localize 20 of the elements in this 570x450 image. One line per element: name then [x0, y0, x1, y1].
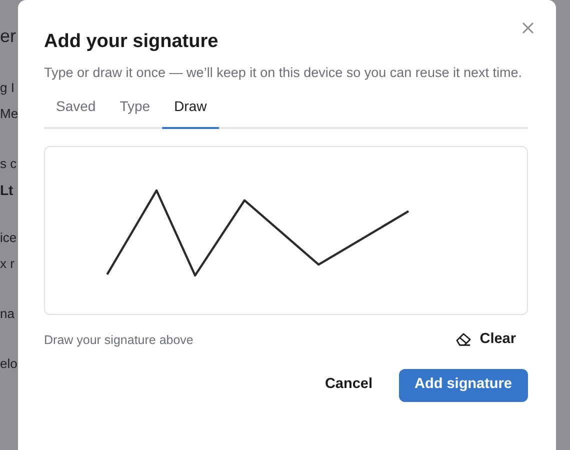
background-text: er [0, 25, 18, 48]
eraser-icon [454, 332, 472, 348]
background-text: na [0, 305, 16, 323]
hint-text: Draw your signature above [44, 332, 194, 349]
tab[interactable]: Type [108, 96, 162, 129]
background-text: g I [0, 79, 16, 97]
background-text: Me [0, 105, 18, 123]
close-icon[interactable] [520, 20, 536, 36]
add-signature-button[interactable]: Add signature [398, 368, 528, 402]
background-text: s c [0, 155, 18, 173]
tab[interactable]: Draw [162, 96, 219, 129]
cancel-button[interactable]: Cancel [308, 368, 389, 402]
background-text: x r [0, 255, 16, 273]
clear-button[interactable]: Clear [454, 329, 528, 351]
background-text: Lt [0, 181, 14, 200]
tab[interactable]: Saved [44, 96, 108, 129]
dialog-title: Add your signature [44, 30, 218, 54]
background-text: elo [0, 355, 18, 373]
dialog-description: Type or draw it once — we’ll keep it on this device so you can reuse it next time. [44, 64, 523, 82]
background-text: ice [0, 229, 18, 247]
